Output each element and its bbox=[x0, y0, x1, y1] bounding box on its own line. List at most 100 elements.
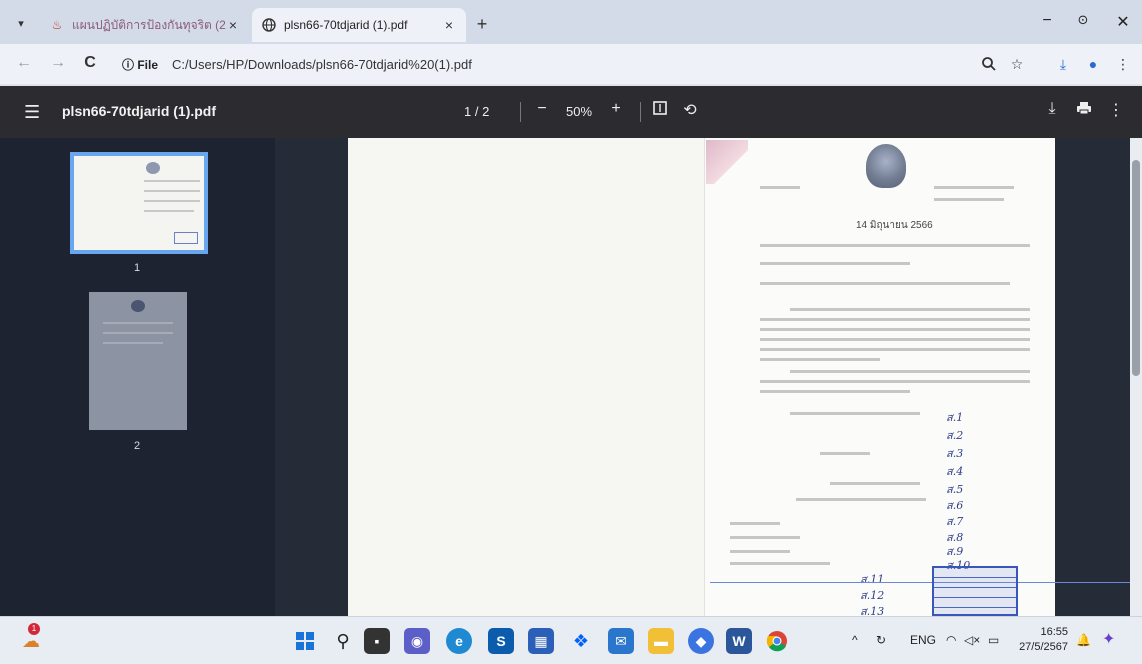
clock-time: 16:55 bbox=[1040, 626, 1068, 638]
stamp-row bbox=[934, 568, 1016, 578]
search-icon[interactable]: ⚲ bbox=[330, 628, 356, 654]
text-line bbox=[730, 562, 830, 565]
text-line bbox=[103, 342, 163, 344]
edge-icon[interactable]: e bbox=[446, 628, 472, 654]
text-line bbox=[790, 308, 1030, 311]
chrome-icon[interactable] bbox=[764, 628, 790, 654]
store-icon[interactable]: ▦ bbox=[528, 628, 554, 654]
reload-button[interactable]: C bbox=[80, 54, 100, 72]
fit-page-icon[interactable] bbox=[650, 100, 670, 121]
download-icon[interactable]: ⤓ bbox=[1042, 100, 1062, 118]
copilot-icon[interactable]: ✦ bbox=[1102, 629, 1115, 649]
language-indicator[interactable]: ENG bbox=[910, 633, 936, 647]
text-line bbox=[760, 338, 1030, 341]
text-line bbox=[144, 180, 200, 182]
print-icon[interactable] bbox=[1074, 100, 1094, 121]
restore-button[interactable]: ⊙ bbox=[1072, 12, 1094, 28]
browser-toolbar: ← → C ⓘ File C:/Users/HP/Downloads/plsn6… bbox=[0, 44, 1142, 84]
bookmark-star-icon[interactable]: ☆ bbox=[1008, 56, 1026, 74]
rotate-icon[interactable]: ⟲ bbox=[680, 100, 700, 120]
stamp-mark bbox=[174, 232, 198, 244]
system-clock[interactable]: 16:55 27/5/2567 bbox=[1010, 625, 1068, 655]
text-line bbox=[760, 318, 1030, 321]
text-line bbox=[760, 328, 1030, 331]
windows-start-icon[interactable] bbox=[292, 628, 318, 654]
stamp-row bbox=[934, 598, 1016, 608]
address-bar[interactable]: ⓘ File C:/Users/HP/Downloads/plsn66-70td… bbox=[112, 50, 1032, 78]
new-tab-button[interactable]: + bbox=[472, 14, 492, 35]
page-indicator[interactable]: 1 / 2 bbox=[464, 104, 489, 119]
thumbnail-page-2[interactable] bbox=[89, 292, 187, 430]
text-line bbox=[934, 198, 1004, 201]
text-line bbox=[796, 498, 926, 501]
close-icon[interactable]: × bbox=[226, 17, 240, 33]
site-info-button[interactable]: ⓘ File bbox=[122, 56, 158, 73]
volume-icon[interactable]: ◁× bbox=[964, 633, 980, 647]
task-view-icon[interactable]: ▪ bbox=[364, 628, 390, 654]
taskbar: ☁ 1 ⚲ ▪ ◉ e S ▦ ❖ ✉ ▬ ◆ W ^ ↻ ENG ◠ ◁× ▭… bbox=[0, 616, 1142, 664]
minimize-button[interactable]: − bbox=[1036, 12, 1058, 30]
tab-title: แผนปฏิบัติการป้องกันทุจริต (2566-... bbox=[72, 17, 226, 32]
text-line bbox=[760, 380, 1030, 383]
zoom-out-button[interactable]: − bbox=[532, 100, 552, 118]
text-line bbox=[820, 452, 870, 455]
handwritten-note: ส.1 bbox=[946, 411, 964, 424]
tray-app-icon[interactable]: ↻ bbox=[876, 633, 886, 647]
text-line bbox=[144, 190, 200, 192]
wifi-icon[interactable]: ◠ bbox=[946, 633, 956, 647]
text-line bbox=[830, 482, 920, 485]
search-icon[interactable] bbox=[980, 56, 998, 74]
close-window-button[interactable]: ✕ bbox=[1112, 12, 1134, 32]
scrollbar-thumb[interactable] bbox=[1132, 160, 1140, 376]
handwritten-note: ส.3 bbox=[946, 447, 964, 460]
file-explorer-icon[interactable]: ▬ bbox=[648, 628, 674, 654]
thumbnail-label: 2 bbox=[133, 440, 141, 452]
hamburger-menu-icon[interactable]: ☰ bbox=[24, 102, 40, 123]
back-button[interactable]: ← bbox=[14, 54, 34, 72]
tab-search-button[interactable]: ▾ bbox=[8, 12, 34, 34]
zoom-in-button[interactable]: + bbox=[606, 100, 626, 118]
text-line bbox=[790, 412, 920, 415]
text-line bbox=[730, 536, 800, 539]
more-options-icon[interactable]: ⋮ bbox=[1106, 100, 1126, 120]
globe-icon bbox=[262, 18, 276, 32]
tab-thai-plan[interactable]: ♨ แผนปฏิบัติการป้องกันทุจริต (2566-... × bbox=[40, 8, 250, 42]
text-line bbox=[760, 358, 880, 361]
handwritten-note: ส.4 bbox=[946, 465, 964, 478]
toolbar-divider bbox=[640, 102, 641, 122]
clock-date: 27/5/2567 bbox=[1019, 641, 1068, 653]
text-line bbox=[103, 322, 173, 324]
seal-icon bbox=[146, 162, 160, 174]
app-s-icon[interactable]: S bbox=[488, 628, 514, 654]
thumbnail-page-1[interactable] bbox=[70, 152, 208, 254]
battery-icon[interactable]: ▭ bbox=[988, 633, 999, 647]
chevron-down-icon: ▾ bbox=[18, 17, 24, 30]
text-line bbox=[760, 282, 1010, 285]
text-line bbox=[760, 348, 1030, 351]
download-icon[interactable]: ⤓ bbox=[1054, 56, 1072, 74]
stamp-row bbox=[934, 588, 1016, 598]
notification-bell-icon[interactable]: 🔔 bbox=[1076, 633, 1091, 647]
zoom-level[interactable]: 50% bbox=[566, 104, 592, 119]
text-line bbox=[934, 186, 1014, 189]
more-menu-icon[interactable]: ⋮ bbox=[1114, 56, 1132, 74]
close-icon[interactable]: × bbox=[442, 17, 456, 33]
text-line bbox=[144, 210, 194, 212]
app-shield-icon[interactable]: ◆ bbox=[688, 628, 714, 654]
forward-button[interactable]: → bbox=[48, 54, 68, 72]
pdf-toolbar: ☰ plsn66-70tdjarid (1).pdf 1 / 2 − 50% +… bbox=[0, 86, 1142, 138]
pdf-page-left-half bbox=[348, 138, 704, 616]
tab-pdf-file[interactable]: plsn66-70tdjarid (1).pdf × bbox=[252, 8, 466, 42]
word-icon[interactable]: W bbox=[726, 628, 752, 654]
url-text[interactable]: C:/Users/HP/Downloads/plsn66-70tdjarid%2… bbox=[172, 57, 472, 72]
thumbnail-label: 1 bbox=[133, 262, 141, 274]
tray-overflow-icon[interactable]: ^ bbox=[852, 633, 858, 647]
text-line bbox=[760, 186, 800, 189]
teams-icon[interactable]: ◉ bbox=[404, 628, 430, 654]
dropbox-icon[interactable]: ❖ bbox=[568, 628, 594, 654]
profile-icon[interactable]: ● bbox=[1084, 56, 1102, 74]
pdf-filename: plsn66-70tdjarid (1).pdf bbox=[62, 103, 217, 119]
text-line bbox=[760, 262, 910, 265]
mail-icon[interactable]: ✉ bbox=[608, 628, 634, 654]
tab-title: plsn66-70tdjarid (1).pdf bbox=[284, 18, 408, 32]
